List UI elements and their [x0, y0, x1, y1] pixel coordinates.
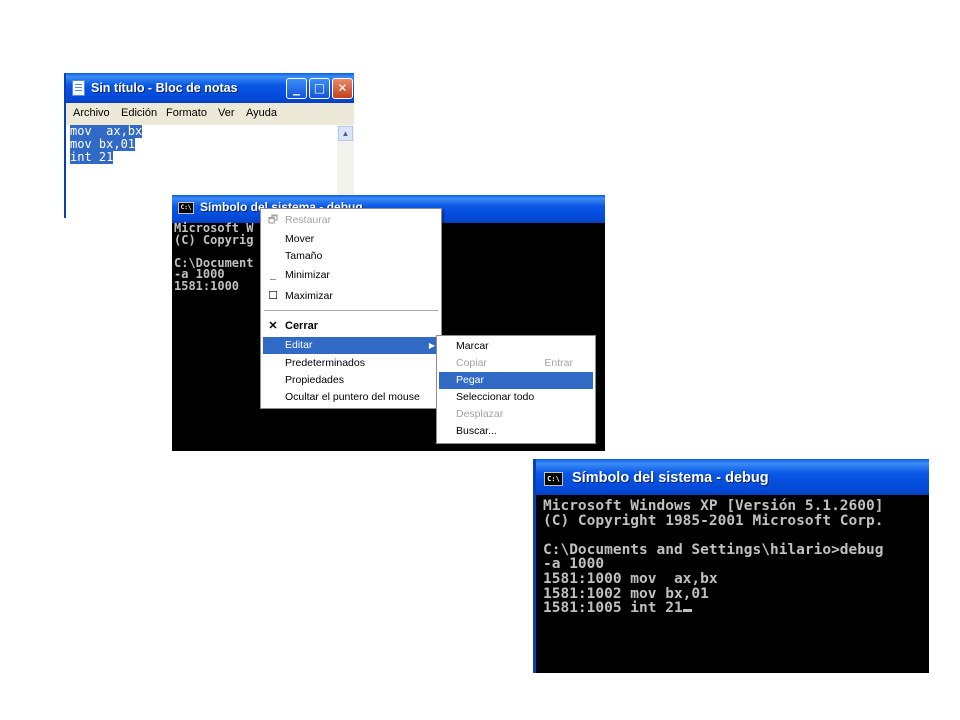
submenu-arrow-icon: ▶	[428, 341, 435, 350]
close-icon: ✕	[268, 320, 278, 332]
cmd1-icon[interactable]: C:\	[178, 202, 194, 214]
menu-item-label: Ocultar el puntero del mouse	[285, 391, 420, 403]
menu-item-label: Seleccionar todo	[456, 391, 535, 403]
menu-item-buscar[interactable]: Buscar...	[439, 423, 593, 440]
maximize-button[interactable]: □	[309, 78, 330, 99]
menu-ver[interactable]: Ver	[218, 107, 235, 119]
scroll-up-arrow-icon[interactable]: ▲	[338, 126, 353, 141]
menu-item-label: Restaurar	[285, 214, 332, 226]
menu-item-tamano[interactable]: Tamaño	[263, 248, 439, 265]
menu-item-label: Mover	[285, 233, 315, 245]
menu-edicion[interactable]: Edición	[121, 107, 157, 119]
menu-item-mover[interactable]: Mover	[263, 231, 439, 248]
minimize-button[interactable]: _	[286, 78, 307, 99]
restore-icon: 🗗	[267, 214, 279, 226]
menu-item-seleccionar-todo[interactable]: Seleccionar todo	[439, 389, 593, 406]
menu-item-label: Desplazar	[456, 408, 504, 420]
console-line: 1581:1000 mov ax,bx	[543, 570, 718, 587]
close-button[interactable]: ✕	[332, 78, 353, 99]
menu-formato[interactable]: Formato	[166, 107, 207, 119]
system-menu: 🗗 Restaurar Mover Tamaño _ Minimizar ☐ M…	[260, 208, 442, 409]
menu-item-cerrar[interactable]: ✕ Cerrar	[263, 318, 439, 335]
cmd2-titlebar[interactable]: C:\ Símbolo del sistema - debug	[536, 459, 929, 495]
menu-item-label: Propiedades	[285, 374, 344, 386]
menu-item-predeterminados[interactable]: Predeterminados	[263, 355, 439, 372]
console-line: (C) Copyright 1985-2001 Microsoft Corp.	[543, 512, 884, 529]
console-line: 1581:1005 int 21	[543, 600, 683, 617]
menu-item-label: Editar	[285, 339, 313, 351]
menu-item-marcar[interactable]: Marcar	[439, 338, 593, 355]
text-cursor	[682, 609, 692, 613]
menu-item-label: Cerrar	[285, 320, 319, 332]
menu-item-label: Pegar	[456, 374, 485, 386]
cmd2-title: Símbolo del sistema - debug	[572, 470, 769, 486]
cmd2-console[interactable]: Microsoft Windows XP [Versión 5.1.2600] …	[536, 495, 929, 673]
menu-item-desplazar[interactable]: Desplazar	[439, 406, 593, 423]
menu-item-label: Tamaño	[285, 250, 323, 262]
menu-item-pegar[interactable]: Pegar	[439, 372, 593, 389]
minimize-icon: _	[269, 269, 277, 281]
console-line: 1581:1000	[174, 278, 240, 293]
notepad-menubar: Archivo Edición Formato Ver Ayuda	[66, 103, 354, 123]
cmd2-icon[interactable]: C:\	[544, 472, 563, 486]
menu-item-label: Marcar	[456, 340, 489, 352]
console-line: 1581:1002 mov bx,01	[543, 585, 709, 602]
menu-item-minimizar[interactable]: _ Minimizar	[263, 267, 439, 284]
menu-item-editar[interactable]: Editar ▶	[263, 337, 439, 354]
menu-item-restaurar[interactable]: 🗗 Restaurar	[263, 212, 439, 229]
menu-item-copiar[interactable]: Copiar Entrar	[439, 355, 593, 372]
menu-item-label: Maximizar	[285, 290, 333, 302]
menu-item-propiedades[interactable]: Propiedades	[263, 372, 439, 389]
menu-archivo[interactable]: Archivo	[73, 107, 110, 119]
menu-item-ocultar-puntero[interactable]: Ocultar el puntero del mouse	[263, 389, 439, 406]
menu-separator	[264, 310, 438, 311]
console-line: C:\Documents and Settings\hilario>debug	[543, 541, 884, 558]
console-line: Microsoft Windows XP [Versión 5.1.2600]	[543, 498, 884, 514]
menu-item-shortcut: Entrar	[544, 357, 573, 369]
cmd2-console-text: Microsoft Windows XP [Versión 5.1.2600] …	[543, 499, 883, 616]
console-line: -a 1000	[543, 556, 605, 573]
menu-item-label: Minimizar	[285, 269, 330, 281]
notepad-icon	[72, 80, 85, 96]
notepad-titlebar[interactable]: Sin título - Bloc de notas _ □ ✕	[66, 73, 354, 103]
menu-ayuda[interactable]: Ayuda	[246, 107, 277, 119]
maximize-icon: ☐	[268, 290, 278, 302]
edit-submenu: Marcar Copiar Entrar Pegar Seleccionar t…	[436, 335, 596, 444]
text-line: int 21	[70, 150, 114, 164]
menu-item-maximizar[interactable]: ☐ Maximizar	[263, 288, 439, 305]
menu-item-label: Buscar...	[456, 425, 497, 437]
menu-item-label: Copiar	[456, 357, 487, 369]
command-prompt-window-2: C:\ Símbolo del sistema - debug Microsof…	[533, 459, 929, 673]
menu-item-label: Predeterminados	[285, 357, 365, 369]
notepad-title: Sin título - Bloc de notas	[91, 81, 238, 95]
